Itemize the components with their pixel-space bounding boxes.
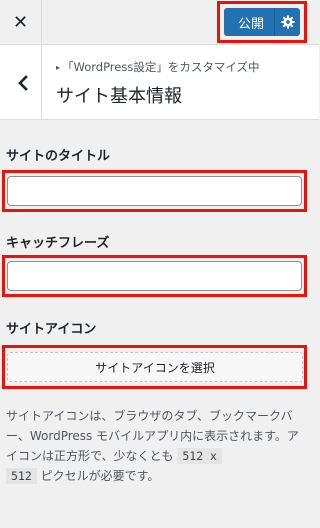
description-text: サイトアイコンは、ブラウザのタブ、ブックマークバー、WordPress モバイル…: [6, 409, 299, 463]
chevron-left-icon: [17, 74, 28, 91]
customizer-top-bar: ✕ 公開: [0, 0, 319, 45]
site-icon-description: サイトアイコンは、ブラウザのタブ、ブックマークバー、WordPress モバイル…: [6, 406, 310, 486]
breadcrumb: ▸ 「WordPress設定」をカスタマイズ中: [56, 59, 260, 75]
select-site-icon-button[interactable]: サイトアイコンを選択: [7, 352, 303, 382]
description-text: ピクセルが必要です。: [36, 469, 160, 483]
triangle-right-icon: ▸: [56, 63, 61, 72]
site-title-label: サイトのタイトル: [6, 149, 111, 164]
publish-label: 公開: [237, 16, 264, 32]
site-title-input[interactable]: [7, 176, 302, 206]
panel-header: ▸ 「WordPress設定」をカスタマイズ中 サイト基本情報: [0, 45, 319, 120]
tagline-input[interactable]: [7, 261, 302, 291]
breadcrumb-text: 「WordPress設定」をカスタマイズ中: [62, 60, 260, 74]
close-icon: ✕: [12, 12, 29, 33]
gear-icon: [280, 15, 295, 29]
size-code: 512: [6, 468, 37, 484]
size-code: 512 x: [177, 448, 222, 464]
publish-button[interactable]: 公開: [224, 8, 300, 36]
close-customizer-button[interactable]: ✕: [0, 0, 42, 45]
back-button[interactable]: [0, 45, 42, 120]
tagline-label: キャッチフレーズ: [6, 236, 110, 251]
site-icon-label: サイトアイコン: [6, 322, 97, 337]
panel-title: サイト基本情報: [56, 86, 182, 107]
publish-settings-button[interactable]: [274, 8, 300, 36]
